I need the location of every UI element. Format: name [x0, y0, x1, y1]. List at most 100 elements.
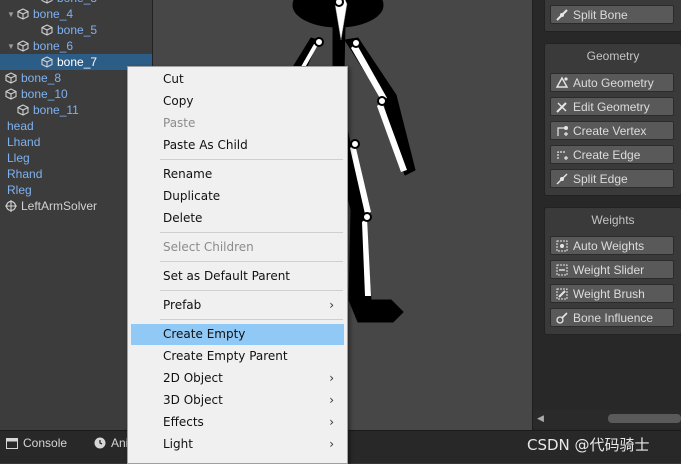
tool-button-label: Auto Weights: [573, 238, 645, 253]
horizontal-scrollbar[interactable]: ◀: [533, 410, 681, 428]
hierarchy-item-label: bone_4: [33, 7, 74, 21]
menu-item-label: 2D Object: [163, 371, 223, 385]
menu-item-light[interactable]: Light ›: [131, 434, 344, 455]
menu-item-paste: Paste: [131, 113, 344, 134]
menu-separator: [160, 159, 343, 160]
animation-tab-label: Ani: [111, 436, 129, 450]
create-vertex-button[interactable]: Create Vertex: [550, 121, 674, 140]
menu-item-rename[interactable]: Rename: [131, 164, 344, 185]
skinning-tool-panel: Split Bone Geometry Auto Geometry Edit Ge…: [532, 0, 681, 430]
menu-item-create-empty[interactable]: Create Empty: [131, 324, 344, 345]
watermark-text: CSDN @代码骑士: [527, 436, 650, 454]
menu-item-prefab[interactable]: Prefab ›: [131, 295, 344, 316]
weight-slider-button[interactable]: Weight Slider: [550, 260, 674, 279]
menu-item-set-as-default-parent[interactable]: Set as Default Parent: [131, 266, 344, 287]
cube-icon: [16, 7, 30, 21]
hierarchy-item-label: bone_7: [57, 55, 98, 69]
hierarchy-item-label: Rleg: [7, 183, 32, 197]
cube-icon: [40, 55, 54, 69]
menu-separator: [160, 232, 343, 233]
context-menu: Cut Copy Paste Paste As Child Rename Duplicat…: [127, 66, 348, 464]
hierarchy-item-bone-5[interactable]: bone_5: [0, 22, 152, 38]
submenu-arrow-icon: ›: [329, 437, 334, 451]
tool-button-label: Weight Slider: [573, 262, 645, 277]
menu-item-create-empty-parent[interactable]: Create Empty Parent: [131, 346, 344, 367]
auto-weights-icon: [554, 239, 570, 253]
tool-button-label: Weight Brush: [573, 286, 645, 301]
geometry-title: Geometry: [586, 49, 640, 63]
create-edge-icon: [554, 148, 570, 162]
auto-geometry-button[interactable]: Auto Geometry: [550, 73, 674, 92]
create-edge-button[interactable]: Create Edge: [550, 145, 674, 164]
weights-group: Weights Auto Weights Weight Slider Weight …: [544, 207, 681, 335]
weight-brush-button[interactable]: Weight Brush: [550, 284, 674, 303]
split-bone-icon: [554, 8, 570, 22]
menu-item-select-children: Select Children: [131, 237, 344, 258]
hierarchy-item-label: Lleg: [7, 151, 30, 165]
weight-brush-icon: [554, 287, 570, 301]
menu-item-label: Prefab: [163, 298, 202, 312]
submenu-arrow-icon: ›: [329, 415, 334, 429]
hierarchy-item-label: head: [7, 119, 34, 133]
tab-animation[interactable]: Ani: [94, 433, 128, 453]
menu-item-cut[interactable]: Cut: [131, 69, 344, 90]
hierarchy-item-label: bone_3: [57, 0, 97, 5]
hierarchy-item-label: Rhand: [7, 167, 43, 181]
menu-item-2d-object[interactable]: 2D Object ›: [131, 368, 344, 389]
hierarchy-item-label: bone_11: [33, 103, 79, 117]
bones-group: Split Bone: [544, 0, 681, 32]
hierarchy-item-label: Lhand: [7, 135, 41, 149]
menu-item-3d-object[interactable]: 3D Object ›: [131, 390, 344, 411]
menu-item-effects[interactable]: Effects ›: [131, 412, 344, 433]
menu-separator: [160, 261, 343, 262]
menu-item-copy[interactable]: Copy: [131, 91, 344, 112]
hierarchy-item-bone-4[interactable]: ▼ bone_4: [0, 6, 152, 22]
split-bone-label: Split Bone: [573, 7, 628, 22]
weight-slider-icon: [554, 263, 570, 277]
menu-item-label: Copy: [163, 94, 194, 108]
menu-item-label: Create Empty: [163, 327, 246, 341]
hierarchy-item-label: bone_8: [21, 71, 62, 85]
menu-separator: [160, 319, 343, 320]
menu-item-label: Duplicate: [163, 189, 221, 203]
split-edge-button[interactable]: Split Edge: [550, 169, 674, 188]
auto-weights-button[interactable]: Auto Weights: [550, 236, 674, 255]
cube-icon: [40, 23, 54, 37]
menu-item-label: Paste As Child: [163, 138, 248, 152]
cube-icon: [4, 71, 18, 85]
scrollbar-thumb[interactable]: [608, 414, 681, 423]
menu-item-label: Cut: [163, 72, 184, 86]
cube-icon: [4, 87, 18, 101]
menu-item-paste-as-child[interactable]: Paste As Child: [131, 135, 344, 156]
solver-icon: [4, 199, 18, 213]
tool-button-label: Create Edge: [573, 147, 641, 162]
expand-arrow-icon[interactable]: ▼: [6, 42, 16, 51]
expand-arrow-icon[interactable]: ▼: [6, 10, 16, 19]
scroll-left-icon[interactable]: ◀: [537, 413, 544, 424]
console-icon: [6, 437, 18, 449]
menu-item-label: Effects: [163, 415, 204, 429]
menu-item-duplicate[interactable]: Duplicate: [131, 186, 344, 207]
submenu-arrow-icon: ›: [329, 298, 334, 312]
tab-console[interactable]: Console: [6, 433, 67, 453]
bone-influence-button[interactable]: Bone Influence: [550, 308, 674, 327]
bone-influence-icon: [554, 311, 570, 325]
hierarchy-item-label: bone_5: [57, 23, 98, 37]
split-bone-button[interactable]: Split Bone: [550, 5, 674, 24]
tool-button-label: Bone Influence: [573, 310, 654, 325]
menu-item-label: Set as Default Parent: [163, 269, 291, 283]
cube-icon: [40, 0, 54, 5]
submenu-arrow-icon: ›: [329, 393, 334, 407]
hierarchy-item-bone-6[interactable]: ▼ bone_6: [0, 38, 152, 54]
menu-item-delete[interactable]: Delete: [131, 208, 344, 229]
hierarchy-item-label: bone_6: [33, 39, 74, 53]
edit-geometry-button[interactable]: Edit Geometry: [550, 97, 674, 116]
menu-item-label: Create Empty Parent: [163, 349, 288, 363]
hierarchy-item-label: bone_10: [21, 87, 68, 101]
cube-icon: [16, 39, 30, 53]
menu-item-label: Light: [163, 437, 193, 451]
tool-button-label: Auto Geometry: [573, 75, 654, 90]
menu-item-label: 3D Object: [163, 393, 223, 407]
split-edge-icon: [554, 172, 570, 186]
animation-clock-icon: [94, 437, 106, 449]
